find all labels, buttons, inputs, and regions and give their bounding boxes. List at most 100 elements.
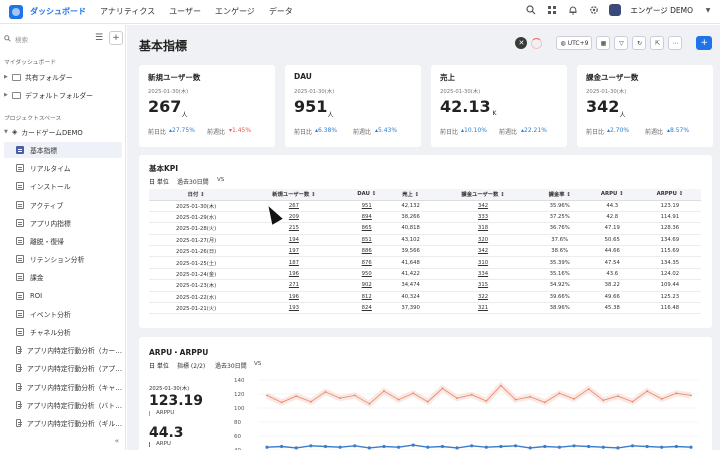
data-point-arpu[interactable] (280, 444, 284, 449)
refresh-icon[interactable]: ↻ (632, 36, 647, 50)
data-point-arpu[interactable] (265, 445, 269, 449)
app-logo[interactable] (9, 4, 23, 19)
data-point-arppu[interactable] (324, 391, 327, 393)
export-icon[interactable]: ⇱ (650, 36, 665, 50)
table-cell[interactable]: 894 (344, 211, 389, 224)
data-point-arpu[interactable] (499, 444, 503, 449)
data-point-arppu[interactable] (616, 395, 619, 397)
timezone-button[interactable]: ◍ UTC+9 (556, 36, 593, 50)
table-cell[interactable]: 824 (344, 302, 389, 315)
data-point-arppu[interactable] (660, 398, 663, 400)
table-cell[interactable]: 209 (243, 211, 345, 224)
data-point-arppu[interactable] (426, 400, 429, 403)
nav-tab-data[interactable]: データ (269, 6, 293, 17)
table-cell[interactable]: 902 (344, 279, 389, 292)
table-cell[interactable]: 886 (344, 245, 389, 258)
filter-icon[interactable]: ▽ (614, 36, 629, 50)
data-point-arpu[interactable] (367, 446, 371, 450)
data-point-arppu[interactable] (558, 392, 561, 395)
search-icon[interactable] (525, 4, 537, 16)
metric-card[interactable]: 新規ユーザー数 2025-01-30(木) 267 人前日比 ▴27.75% 前週比 ▾1.… (139, 65, 275, 147)
sidebar-item[interactable]: 課金 (4, 269, 122, 285)
sidebar-item[interactable]: リアルタイム (4, 160, 122, 176)
data-point-arppu[interactable] (397, 398, 400, 401)
sidebar-project[interactable]: ▼ ◈ カードゲームDEMO (4, 124, 122, 140)
metric-selector[interactable]: 指標 (2/2) (177, 361, 205, 370)
data-point-arpu[interactable] (338, 445, 342, 449)
table-cell[interactable]: 196 (243, 268, 345, 281)
column-header[interactable]: ARPU ↕ (585, 189, 639, 201)
sidebar-item[interactable]: アプリ内特定行動分析（バト… (4, 397, 122, 413)
data-point-arpu[interactable] (513, 444, 518, 448)
data-point-arppu[interactable] (383, 390, 385, 393)
table-cell[interactable]: 310 (432, 256, 534, 269)
column-header[interactable]: 課金率 ↕ (533, 189, 586, 201)
sidebar-folder-shared[interactable]: ▶ 共有フォルダー (4, 69, 122, 85)
data-point-arppu[interactable] (646, 390, 649, 393)
data-point-arppu[interactable] (500, 384, 502, 387)
column-header[interactable]: 日付 ↕ (149, 189, 244, 201)
data-point-arppu[interactable] (573, 398, 575, 400)
sidebar-folder-default[interactable]: ▶ デフォルトフォルダー (4, 87, 122, 103)
metric-card[interactable]: 売上 2025-01-30(木) 42.13 K 前日比 ▴10.10% 前週比 ▴22.21… (431, 65, 567, 147)
table-cell[interactable]: 321 (432, 302, 534, 315)
data-point-arpu[interactable] (411, 443, 415, 447)
table-cell[interactable]: 315 (432, 279, 534, 292)
data-point-arppu[interactable] (368, 402, 371, 405)
unit-selector[interactable]: 日 単位 (149, 361, 169, 370)
data-point-arpu[interactable] (616, 446, 620, 450)
nav-tab-engage[interactable]: エンゲージ (215, 6, 255, 17)
vs-toggle[interactable]: VS (217, 177, 224, 183)
sort-list-icon[interactable]: ☰ (92, 31, 106, 45)
data-point-arpu[interactable] (294, 446, 298, 450)
data-point-arppu[interactable] (529, 395, 532, 398)
data-point-arppu[interactable] (412, 392, 415, 395)
sidebar-item[interactable]: アクティブ (4, 197, 122, 213)
sidebar-item[interactable]: アプリ内特定行動分析（アプ… (4, 360, 122, 376)
data-point-arppu[interactable] (631, 400, 634, 403)
data-point-arpu[interactable] (382, 444, 386, 449)
data-point-arpu[interactable] (674, 444, 678, 449)
data-point-arppu[interactable] (441, 387, 444, 390)
data-point-arppu[interactable] (470, 393, 473, 396)
data-point-arpu[interactable] (455, 446, 459, 450)
unit-selector[interactable]: 日 単位 (149, 177, 169, 186)
data-point-arppu[interactable] (690, 394, 692, 397)
data-point-arppu[interactable] (543, 401, 546, 404)
sidebar-item[interactable]: チャネル分析 (4, 324, 122, 340)
bell-icon[interactable] (567, 4, 579, 16)
data-point-arppu[interactable] (339, 397, 342, 400)
calendar-icon[interactable]: ▦ (596, 36, 611, 50)
data-point-arpu[interactable] (601, 445, 605, 449)
sidebar-item[interactable]: インストール (4, 178, 122, 194)
table-cell[interactable]: 197 (243, 245, 345, 258)
gear-icon[interactable] (588, 4, 600, 16)
table-cell[interactable]: 215 (243, 222, 345, 235)
table-cell[interactable]: 193 (243, 302, 345, 315)
table-cell[interactable]: 196 (243, 291, 345, 304)
data-point-arpu[interactable] (470, 444, 474, 448)
table-cell[interactable]: 187 (243, 256, 345, 269)
sidebar-item[interactable]: アプリ内特定行動分析（ギル… (4, 415, 122, 431)
range-selector[interactable]: 過去30日間 (177, 177, 209, 186)
table-cell[interactable]: 334 (432, 268, 534, 281)
sidebar-item[interactable]: アプリ内指標 (4, 215, 122, 231)
data-point-arpu[interactable] (396, 445, 401, 449)
sidebar-search-input[interactable]: 検索 (4, 33, 90, 45)
nav-tab-users[interactable]: ユーザー (169, 6, 201, 17)
collapse-sidebar-button[interactable]: « (115, 437, 119, 445)
data-point-arpu[interactable] (323, 444, 328, 449)
column-header[interactable]: 課金ユーザー数 ↕ (432, 189, 534, 201)
chevron-down-icon[interactable]: ▼ (702, 4, 714, 16)
add-widget-button[interactable]: + (696, 36, 712, 50)
data-point-arpu[interactable] (587, 444, 591, 449)
range-selector[interactable]: 過去30日間 (215, 361, 247, 370)
table-cell[interactable]: 342 (432, 200, 534, 212)
data-point-arpu[interactable] (630, 444, 635, 448)
table-cell[interactable]: 333 (432, 211, 534, 224)
data-point-arppu[interactable] (675, 392, 678, 395)
table-cell[interactable]: 851 (344, 234, 389, 247)
data-point-arpu[interactable] (528, 446, 532, 450)
sidebar-item[interactable]: 基本指標 (4, 142, 122, 158)
data-point-arpu[interactable] (309, 444, 313, 448)
